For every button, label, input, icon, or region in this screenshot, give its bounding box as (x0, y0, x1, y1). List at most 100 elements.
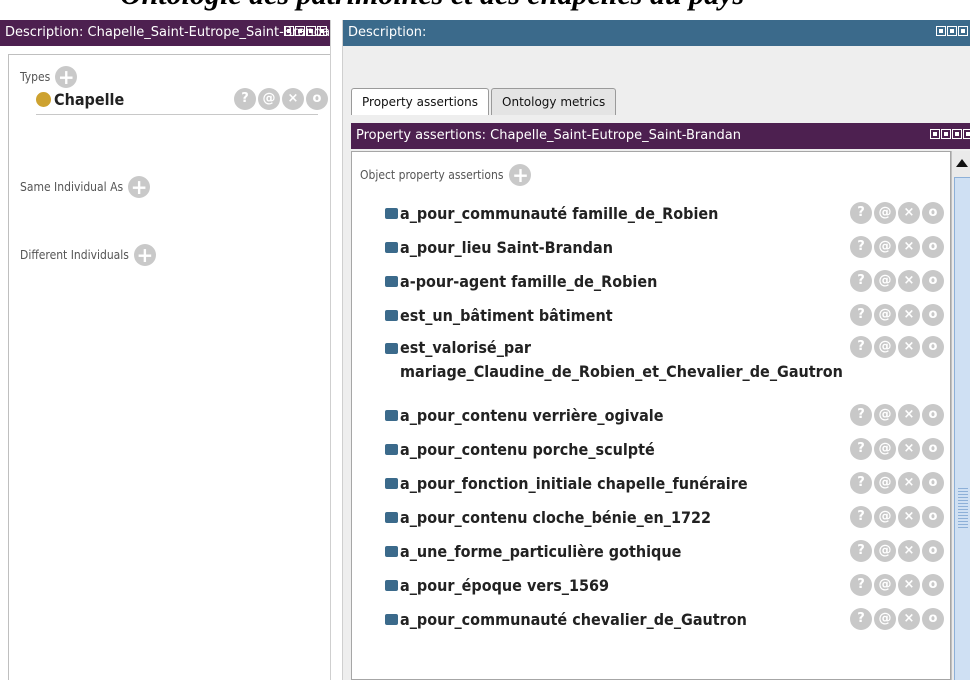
assertion-row[interactable]: a_une_forme_particulière gothique? @ × o (352, 534, 950, 568)
delete-button[interactable]: × (898, 506, 920, 528)
explain-button[interactable]: ? (850, 404, 872, 426)
assertion-text: a_pour_fonction_initiale chapelle_funéra… (400, 473, 748, 493)
edit-button[interactable]: o (922, 608, 944, 630)
annotate-button[interactable]: @ (874, 236, 896, 258)
delete-button[interactable]: × (898, 236, 920, 258)
annotate-button[interactable]: @ (874, 404, 896, 426)
types-section: Types + (20, 66, 78, 88)
add-type-button[interactable]: + (55, 66, 78, 88)
assertion-row[interactable]: a_pour_contenu cloche_bénie_en_1722? @ × o (352, 500, 950, 534)
scroll-up-arrow-icon[interactable] (956, 159, 968, 167)
tab-property-assertions[interactable]: Property assertions (351, 88, 490, 115)
explain-button[interactable]: ? (850, 438, 872, 460)
type-item-row[interactable]: Chapelle ? @ × o (36, 86, 328, 112)
edit-button[interactable]: o (922, 202, 944, 224)
object-property-icon (385, 477, 398, 489)
assertion-row[interactable]: est_valorisé_par mariage_Claudine_de_Rob… (352, 332, 950, 398)
explain-button[interactable]: ? (850, 540, 872, 562)
annotate-button[interactable]: @ (874, 270, 896, 292)
vertical-scrollbar[interactable] (951, 151, 970, 680)
right-float-icon[interactable] (936, 26, 946, 36)
delete-button[interactable]: × (898, 472, 920, 494)
inner-close-icon[interactable] (963, 129, 970, 139)
annotate-button[interactable]: @ (874, 506, 896, 528)
tab-strip: Property assertions Ontology metrics (351, 88, 618, 115)
right-maximize-icon[interactable] (958, 26, 968, 36)
annotate-button[interactable]: @ (874, 438, 896, 460)
explain-button[interactable]: ? (850, 202, 872, 224)
assertion-text: a_pour_lieu Saint-Brandan (400, 237, 613, 257)
assertion-row[interactable]: a_pour_communauté famille_de_Robien? @ × o (352, 196, 950, 230)
edit-button[interactable]: o (922, 506, 944, 528)
explain-button[interactable]: ? (850, 236, 872, 258)
scroll-thumb[interactable] (954, 177, 970, 680)
tab-ontology-metrics[interactable]: Ontology metrics (491, 88, 617, 115)
add-object-property-assertion-button[interactable]: + (509, 164, 532, 186)
delete-button[interactable]: × (898, 202, 920, 224)
delete-button[interactable]: × (898, 336, 920, 358)
assertion-row[interactable]: a_pour_communauté chevalier_de_Gautron? @… (352, 602, 950, 636)
edit-button[interactable]: o (922, 270, 944, 292)
object-property-icon (385, 409, 398, 421)
delete-button[interactable]: × (898, 608, 920, 630)
edit-button[interactable]: o (306, 88, 328, 110)
annotate-button[interactable]: @ (874, 336, 896, 358)
assertion-row[interactable]: a_pour_contenu verrière_ogivale? @ × o (352, 398, 950, 432)
annotate-button[interactable]: @ (874, 608, 896, 630)
assertion-actions: ? @ × o (850, 304, 944, 326)
delete-button[interactable]: × (282, 88, 304, 110)
assertion-actions: ? @ × o (850, 506, 944, 528)
annotate-button[interactable]: @ (874, 202, 896, 224)
annotate-button[interactable]: @ (874, 304, 896, 326)
delete-button[interactable]: × (898, 404, 920, 426)
edit-button[interactable]: o (922, 236, 944, 258)
delete-button[interactable]: × (898, 270, 920, 292)
delete-button[interactable]: × (898, 574, 920, 596)
explain-button[interactable]: ? (850, 608, 872, 630)
explain-button[interactable]: ? (850, 506, 872, 528)
inner-float-icon[interactable] (930, 129, 940, 139)
left-float-icon[interactable] (284, 26, 294, 36)
assertion-row[interactable]: est_un_bâtiment bâtiment? @ × o (352, 298, 950, 332)
inner-maximize-icon[interactable] (952, 129, 962, 139)
edit-button[interactable]: o (922, 304, 944, 326)
delete-button[interactable]: × (898, 304, 920, 326)
delete-button[interactable]: × (898, 438, 920, 460)
annotate-button[interactable]: @ (874, 574, 896, 596)
explain-button[interactable]: ? (850, 336, 872, 358)
edit-button[interactable]: o (922, 540, 944, 562)
assertion-text: est_un_bâtiment bâtiment (400, 305, 613, 325)
explain-button[interactable]: ? (234, 88, 256, 110)
assertion-row[interactable]: a_pour_lieu Saint-Brandan? @ × o (352, 230, 950, 264)
left-minimize-icon[interactable] (295, 26, 305, 36)
explain-button[interactable]: ? (850, 472, 872, 494)
edit-button[interactable]: o (922, 336, 944, 358)
edit-button[interactable]: o (922, 472, 944, 494)
left-maximize-icon[interactable] (306, 26, 316, 36)
edit-button[interactable]: o (922, 574, 944, 596)
annotate-button[interactable]: @ (874, 472, 896, 494)
object-property-icon (385, 545, 398, 557)
annotate-button[interactable]: @ (874, 540, 896, 562)
property-assertions-title: Property assertions: Chapelle_Saint-Eutr… (356, 128, 741, 143)
assertion-row[interactable]: a_pour_époque vers_1569? @ × o (352, 568, 950, 602)
explain-button[interactable]: ? (850, 574, 872, 596)
explain-button[interactable]: ? (850, 304, 872, 326)
add-same-individual-button[interactable]: + (128, 176, 151, 198)
assertion-row[interactable]: a-pour-agent famille_de_Robien? @ × o (352, 264, 950, 298)
object-property-icon (385, 275, 398, 287)
assertion-row[interactable]: a_pour_fonction_initiale chapelle_funéra… (352, 466, 950, 500)
explain-button[interactable]: ? (850, 270, 872, 292)
delete-button[interactable]: × (898, 540, 920, 562)
edit-button[interactable]: o (922, 438, 944, 460)
left-close-icon[interactable] (317, 26, 327, 36)
assertion-row[interactable]: a_pour_contenu porche_sculpté? @ × o (352, 432, 950, 466)
same-individual-section: Same Individual As + (20, 176, 151, 198)
add-different-individual-button[interactable]: + (133, 244, 156, 266)
assertion-actions: ? @ × o (850, 438, 944, 460)
inner-minimize-icon[interactable] (941, 129, 951, 139)
assertion-actions: ? @ × o (850, 236, 944, 258)
right-minimize-icon[interactable] (947, 26, 957, 36)
annotate-button[interactable]: @ (258, 88, 280, 110)
edit-button[interactable]: o (922, 404, 944, 426)
